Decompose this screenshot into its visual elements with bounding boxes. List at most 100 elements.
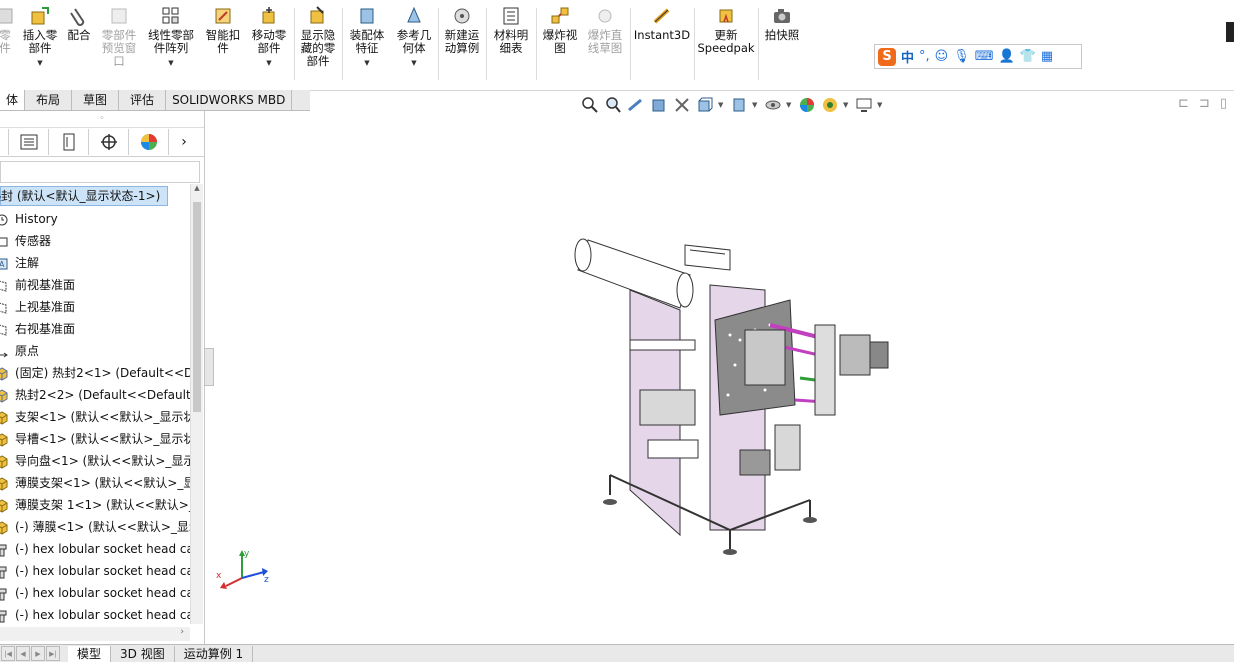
tab-property-manager[interactable] [9,129,49,155]
panel-collapse-handle[interactable] [204,348,214,386]
chevron-down-icon[interactable]: ▼ [718,101,726,109]
tab-assembly[interactable]: 体 [0,90,26,110]
tree-item[interactable]: 导向盘<1> (默认<<默认>_显示 [0,450,190,472]
panel-grip[interactable]: ◦ [0,111,204,128]
next-tab-icon[interactable]: ▶ [31,646,45,661]
insert-component-button[interactable]: 插入零 部件 ▼ [18,6,62,70]
chevron-down-icon[interactable]: ▼ [168,57,173,70]
previous-tab-icon[interactable]: ◀ [16,646,30,661]
hide-show-items-icon[interactable] [763,96,783,114]
take-snapshot-button[interactable]: 拍快照 [761,6,803,42]
tree-item[interactable]: 前视基准面 [0,274,190,296]
assembly-features-button[interactable]: 装配体 特征 ▼ [345,6,389,70]
new-part-icon [0,8,13,24]
tab-mbd[interactable]: SOLIDWORKS MBD [166,90,293,110]
tab-configuration-manager[interactable] [49,129,89,155]
task-pane-icon[interactable]: ▯ [1220,96,1227,111]
tree-item[interactable]: (-) hex lobular socket head ca [0,582,190,604]
zoom-to-fit-icon[interactable] [580,96,600,114]
tree-item[interactable]: 热封2<2> (Default<<Default> [0,384,190,406]
move-component-button[interactable]: 移动零 部件 ▼ [248,6,290,70]
tab-display-manager[interactable] [129,129,169,155]
tab-evaluate[interactable]: 评估 [119,90,167,110]
tree-item[interactable]: 右视基准面 [0,318,190,340]
chevron-down-icon[interactable]: ▼ [411,57,416,70]
chevron-down-icon[interactable]: ▼ [786,101,794,109]
instant3d-button[interactable]: Instant3D [633,6,691,42]
bill-of-materials-button[interactable]: 材料明 细表 [489,6,533,55]
sogou-logo[interactable]: S [878,47,896,66]
tree-item-label: 薄膜支架 1<1> (默认<<默认>_ [15,498,190,512]
emoji-icon[interactable]: ☺ [935,49,949,64]
zoom-to-area-icon[interactable] [603,96,623,114]
tree-item[interactable]: 支架<1> (默认<<默认>_显示状 [0,406,190,428]
first-tab-icon[interactable]: |◀ [1,646,15,661]
chevron-down-icon[interactable]: ▼ [877,101,885,109]
exploded-view-button[interactable]: 爆炸视 图 [539,6,581,55]
tree-item[interactable]: A 注解 [0,252,190,274]
show-hidden-components-button[interactable]: 显示隐 藏的零 部件 [297,6,339,68]
tab-sketch[interactable]: 草图 [72,90,120,110]
reference-geometry-button[interactable]: 参考几 何体 ▼ [392,6,436,70]
tree-item[interactable]: 导槽<1> (默认<<默认>_显示状 [0,428,190,450]
chevron-down-icon[interactable]: ▼ [266,57,271,70]
tree-item[interactable]: (-) 薄膜<1> (默认<<默认>_显示 [0,516,190,538]
mate-button[interactable]: 配合 [64,6,94,42]
keyboard-icon[interactable]: ⌨ [975,49,994,64]
tree-root-assembly[interactable]: 热封 (默认<默认_显示状态-1>) [0,186,168,206]
section-view-icon[interactable] [649,96,669,114]
tab-motion-study[interactable]: 运动算例 1 [175,645,254,662]
scroll-up-icon[interactable]: ▲ [191,184,203,192]
view-orientation-icon[interactable] [695,96,715,114]
tab-scroll-right[interactable]: › [169,129,199,155]
microphone-icon[interactable]: 🎙 [953,49,970,64]
last-tab-icon[interactable]: ▶| [46,646,60,661]
smart-fasteners-button[interactable]: 智能扣 件 [202,6,244,55]
tree-item[interactable]: 薄膜支架 1<1> (默认<<默认>_ [0,494,190,516]
tab-model[interactable]: 模型 [68,645,112,662]
tree-vertical-scrollbar[interactable]: ▲ [190,184,203,624]
component-preview-window-button[interactable]: 零部件 预览窗 口 [98,6,140,68]
chevron-down-icon[interactable]: ▼ [843,101,851,109]
display-style-icon[interactable] [729,96,749,114]
collapse-left-icon[interactable]: ⊏ [1178,96,1189,111]
toolbox-icon[interactable]: ▦ [1041,49,1053,64]
dynamic-annotation-icon[interactable] [672,96,692,114]
skin-icon[interactable]: 👕 [1020,49,1036,64]
tab-3d-view[interactable]: 3D 视图 [111,645,175,662]
tree-item[interactable]: (-) hex lobular socket head ca [0,604,190,624]
new-motion-study-button[interactable]: 新建运 动算例 [441,6,483,55]
chevron-down-icon[interactable]: ▼ [752,101,760,109]
view-settings-icon[interactable] [854,96,874,114]
scroll-right-icon[interactable]: › [180,627,184,637]
ime-mode[interactable]: 中 [901,47,914,66]
tree-item[interactable]: (固定) 热封2<1> (Default<<De [0,362,190,384]
tree-item[interactable]: (-) hex lobular socket head ca [0,560,190,582]
tree-item[interactable]: History [0,208,190,230]
new-part-button[interactable]: 零 件 [0,6,16,55]
user-icon[interactable]: 👤 [999,49,1015,64]
tree-horizontal-scrollbar[interactable]: › [0,627,190,641]
tree-item[interactable]: 传感器 [0,230,190,252]
edit-appearance-icon[interactable] [797,96,817,114]
tree-item[interactable]: 薄膜支架<1> (默认<<默认>_显 [0,472,190,494]
tree-item[interactable]: 上视基准面 [0,296,190,318]
tab-dimxpert[interactable] [89,129,129,155]
linear-component-pattern-button[interactable]: 线性零部 件阵列 ▼ [144,6,198,70]
tree-item[interactable]: (-) hex lobular socket head ca [0,538,190,560]
tree-filter-input[interactable] [0,161,200,183]
update-speedpak-button[interactable]: 更新 Speedpak [697,6,755,55]
chevron-down-icon[interactable]: ▼ [364,57,369,70]
previous-view-icon[interactable] [626,96,646,114]
apply-scene-icon[interactable] [820,96,840,114]
command-tabs: 体 布局 草图 评估 SOLIDWORKS MBD [0,90,310,111]
explode-line-sketch-button[interactable]: 爆炸直 线草图 [584,6,626,55]
collapse-right-icon[interactable]: ⊐ [1199,96,1210,111]
tab-layout[interactable]: 布局 [25,90,73,110]
assembly-3d-model[interactable] [570,230,900,568]
ime-punctuation[interactable]: °, [919,49,930,64]
chevron-down-icon[interactable]: ▼ [37,57,42,70]
scrollbar-thumb[interactable] [193,202,201,412]
tab-feature-tree[interactable] [0,129,9,155]
tree-item[interactable]: 原点 [0,340,190,362]
